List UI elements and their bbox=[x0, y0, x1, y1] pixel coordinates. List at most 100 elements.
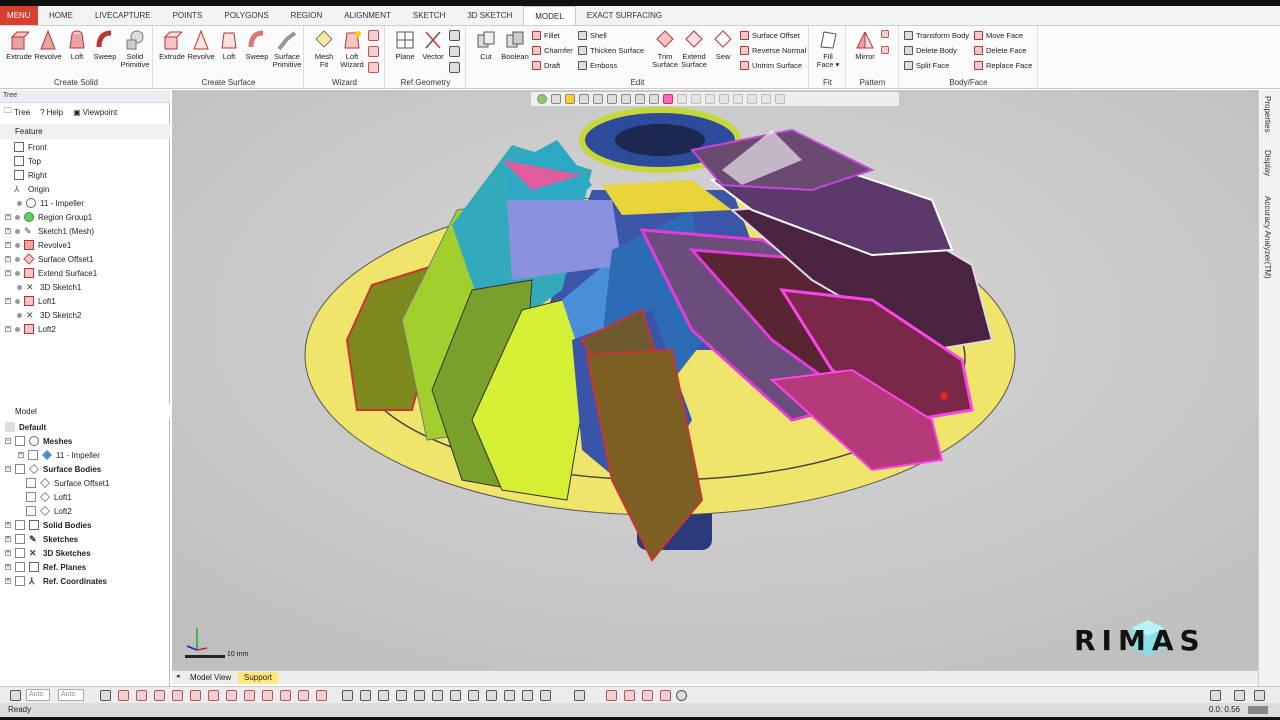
model-default[interactable]: Default bbox=[0, 420, 170, 434]
visibility-dot[interactable] bbox=[15, 298, 20, 304]
tool-icon-11[interactable] bbox=[522, 690, 533, 701]
model-loft1[interactable]: Loft1 bbox=[0, 490, 170, 504]
filter-icon-10[interactable] bbox=[262, 690, 273, 701]
eye-icon[interactable] bbox=[26, 492, 36, 502]
expand-icon[interactable]: + bbox=[5, 522, 11, 528]
surface-primitive-button[interactable]: Surface Primitive bbox=[270, 29, 304, 75]
expand-icon[interactable]: + bbox=[5, 242, 11, 248]
eye-icon[interactable] bbox=[26, 506, 36, 516]
tab-support[interactable]: Support bbox=[238, 672, 279, 684]
shell-button[interactable]: Shell bbox=[578, 29, 607, 42]
eye-icon[interactable] bbox=[26, 478, 36, 488]
eye-icon[interactable] bbox=[15, 464, 25, 474]
filter-icon-11[interactable] bbox=[280, 690, 291, 701]
measure-icon-5[interactable] bbox=[676, 690, 687, 701]
view-option-icon-2[interactable] bbox=[691, 94, 701, 104]
auto-select-1[interactable]: Auto bbox=[26, 689, 50, 701]
model-meshes[interactable]: − Meshes bbox=[0, 434, 170, 448]
feature-sketch1[interactable]: + ✎ Sketch1 (Mesh) bbox=[0, 224, 170, 238]
view-option-icon-5[interactable] bbox=[733, 94, 743, 104]
wizard-extra-icon-2[interactable] bbox=[368, 46, 379, 57]
model-3d-sketches[interactable]: + ✕ 3D Sketches bbox=[0, 546, 170, 560]
tool-icon-3[interactable] bbox=[378, 690, 389, 701]
view-color-icon[interactable] bbox=[565, 94, 575, 104]
nav-left-icon[interactable] bbox=[1210, 690, 1221, 701]
ref-extra-icon-1[interactable] bbox=[449, 30, 460, 41]
menu-button[interactable]: MENU bbox=[0, 6, 38, 25]
mesh-fit-button[interactable]: Mesh Fit bbox=[309, 29, 339, 75]
feature-top[interactable]: Top bbox=[0, 154, 170, 168]
expand-icon[interactable]: + bbox=[5, 228, 11, 234]
view-box-icon[interactable] bbox=[551, 94, 561, 104]
draft-button[interactable]: Draft bbox=[532, 59, 560, 72]
eye-icon[interactable] bbox=[15, 562, 25, 572]
filter-icon-7[interactable] bbox=[208, 690, 219, 701]
delete-face-button[interactable]: Delete Face bbox=[974, 44, 1026, 57]
delete-body-button[interactable]: Delete Body bbox=[904, 44, 957, 57]
accuracy-analyzer-tab[interactable]: Accuracy Analyzer(TM) bbox=[1263, 196, 1272, 279]
view-front-icon[interactable] bbox=[593, 94, 603, 104]
view-option-icon-7[interactable] bbox=[761, 94, 771, 104]
filter-icon-3[interactable] bbox=[136, 690, 147, 701]
feature-3d-sketch2[interactable]: ✕ 3D Sketch2 bbox=[0, 308, 170, 322]
collapse-icon[interactable]: − bbox=[5, 466, 11, 472]
measure-icon-2[interactable] bbox=[624, 690, 635, 701]
eye-icon[interactable] bbox=[15, 576, 25, 586]
tab-3d-sketch[interactable]: 3D SKETCH bbox=[456, 6, 523, 25]
tab-exact-surfacing[interactable]: EXACT SURFACING bbox=[576, 6, 673, 25]
solid-loft-button[interactable]: Loft bbox=[62, 29, 92, 75]
model-solid-bodies[interactable]: + Solid Bodies bbox=[0, 518, 170, 532]
visibility-dot[interactable] bbox=[17, 312, 22, 318]
tool-icon-13[interactable] bbox=[574, 690, 585, 701]
tool-icon-12[interactable] bbox=[540, 690, 551, 701]
feature-right[interactable]: Right bbox=[0, 168, 170, 182]
tool-icon-8[interactable] bbox=[468, 690, 479, 701]
surface-revolve-button[interactable]: Revolve bbox=[186, 29, 216, 75]
feature-loft1[interactable]: + Loft1 bbox=[0, 294, 170, 308]
view-select-icon[interactable] bbox=[663, 94, 673, 104]
visibility-dot[interactable] bbox=[15, 228, 20, 234]
tab-region[interactable]: REGION bbox=[280, 6, 334, 25]
sew-button[interactable]: Sew bbox=[708, 29, 738, 75]
expand-icon[interactable]: + bbox=[18, 452, 24, 458]
filter-icon-2[interactable] bbox=[118, 690, 129, 701]
pattern-circular-icon[interactable] bbox=[881, 46, 889, 54]
filter-icon-13[interactable] bbox=[316, 690, 327, 701]
tab-scroll-left-icon[interactable]: ◂ bbox=[176, 672, 180, 680]
collapse-icon[interactable]: − bbox=[5, 438, 11, 444]
replace-face-button[interactable]: Replace Face bbox=[974, 59, 1032, 72]
view-option-icon-6[interactable] bbox=[747, 94, 757, 104]
feature-surface-offset1[interactable]: + Surface Offset1 bbox=[0, 252, 170, 266]
feature-3d-sketch1[interactable]: ✕ 3D Sketch1 bbox=[0, 280, 170, 294]
visibility-dot[interactable] bbox=[15, 326, 20, 332]
move-face-button[interactable]: Move Face bbox=[974, 29, 1023, 42]
cut-button[interactable]: Cut bbox=[471, 29, 501, 75]
visibility-dot[interactable] bbox=[17, 284, 22, 290]
selection-mode-icon[interactable] bbox=[10, 690, 21, 701]
filter-icon-4[interactable] bbox=[154, 690, 165, 701]
tab-help[interactable]: ? Help bbox=[40, 107, 63, 117]
solid-sweep-button[interactable]: Sweep bbox=[90, 29, 120, 75]
eye-icon[interactable] bbox=[15, 548, 25, 558]
tool-icon-6[interactable] bbox=[432, 690, 443, 701]
auto-select-2[interactable]: Auto bbox=[58, 689, 84, 701]
view-iso-icon[interactable] bbox=[635, 94, 645, 104]
solid-extrude-button[interactable]: Extrude bbox=[4, 29, 34, 75]
wizard-extra-icon-1[interactable] bbox=[368, 30, 379, 41]
surface-sweep-button[interactable]: Sweep bbox=[242, 29, 272, 75]
extend-surface-button[interactable]: Extend Surface bbox=[679, 29, 709, 75]
chamfer-button[interactable]: Chamfer bbox=[532, 44, 573, 57]
filter-icon-8[interactable] bbox=[226, 690, 237, 701]
model-surface-offset1[interactable]: Surface Offset1 bbox=[0, 476, 170, 490]
filter-icon-9[interactable] bbox=[244, 690, 255, 701]
nav-right-icon[interactable] bbox=[1254, 690, 1265, 701]
feature-extend-surface1[interactable]: + Extend Surface1 bbox=[0, 266, 170, 280]
split-face-button[interactable]: Split Face bbox=[904, 59, 949, 72]
measure-icon-1[interactable] bbox=[606, 690, 617, 701]
tab-tree[interactable]: 🗀 Tree bbox=[4, 106, 30, 117]
expand-icon[interactable]: + bbox=[5, 326, 11, 332]
untrim-surface-button[interactable]: Untrim Surface bbox=[740, 59, 802, 72]
filter-icon-6[interactable] bbox=[190, 690, 201, 701]
visibility-dot[interactable] bbox=[15, 242, 20, 248]
tool-icon-9[interactable] bbox=[486, 690, 497, 701]
